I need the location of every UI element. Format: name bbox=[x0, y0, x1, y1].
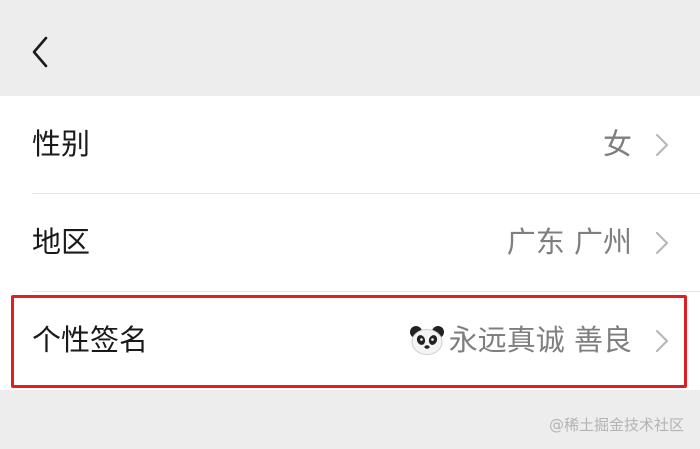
watermark-text: @稀土掘金技术社区 bbox=[548, 416, 684, 434]
back-button[interactable] bbox=[20, 26, 64, 74]
signature-text: 永远真诚 善良 bbox=[448, 323, 632, 357]
chevron-right-icon bbox=[655, 231, 669, 255]
row-value-signature: 永远真诚 善良 bbox=[409, 292, 632, 389]
panda-face-icon bbox=[409, 297, 445, 355]
row-label-region: 地区 bbox=[32, 225, 91, 259]
top-nav-bar bbox=[0, 0, 700, 96]
row-label-signature: 个性签名 bbox=[32, 323, 149, 357]
row-region[interactable]: 地区 广东 广州 bbox=[0, 194, 700, 291]
profile-info-list: 性别 女 地区 广东 广州 个性签名 永远真诚 善良 bbox=[0, 96, 700, 390]
row-value-region: 广东 广州 bbox=[506, 225, 632, 259]
row-signature[interactable]: 个性签名 永远真诚 善良 bbox=[0, 292, 700, 389]
chevron-right-icon bbox=[655, 133, 669, 157]
row-value-gender: 女 bbox=[602, 127, 632, 161]
profile-settings-page: 性别 女 地区 广东 广州 个性签名 永远真诚 善良 @稀土掘金技术社区 bbox=[0, 0, 700, 449]
chevron-right-icon bbox=[655, 329, 669, 353]
row-label-gender: 性别 bbox=[32, 127, 91, 161]
row-gender[interactable]: 性别 女 bbox=[0, 96, 700, 193]
chevron-left-icon bbox=[32, 36, 48, 68]
